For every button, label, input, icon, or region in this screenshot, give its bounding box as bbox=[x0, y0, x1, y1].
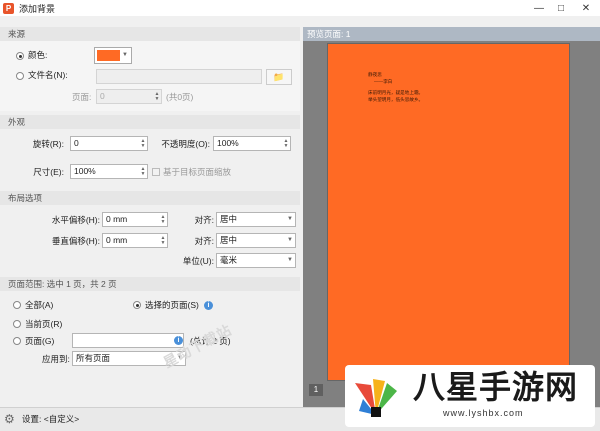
title-bar: P 添加背景 — □ ✕ bbox=[0, 0, 600, 16]
settings-label-text: 设置: bbox=[22, 414, 42, 424]
page-range-radio[interactable] bbox=[13, 337, 21, 345]
chevron-down-icon: ▼ bbox=[287, 237, 293, 243]
window-title: 添加背景 bbox=[19, 3, 56, 14]
opacity-label: 不透明度(O): bbox=[161, 139, 210, 149]
settings-label[interactable]: 设置: <自定义> bbox=[22, 413, 79, 425]
opacity-value: 100% bbox=[217, 138, 239, 148]
rotate-value: 0 bbox=[74, 138, 79, 148]
poem-line-2: 举头望明月，低头思故乡。 bbox=[368, 97, 424, 102]
vertical-offset-value: 0 mm bbox=[106, 235, 128, 245]
rotate-stepper[interactable]: 0 ▲ ▼ bbox=[70, 136, 148, 151]
page-range-input[interactable] bbox=[72, 333, 184, 348]
rotate-label: 旋转(R): bbox=[32, 139, 64, 149]
preview-page: 静夜思 ——李白 床前明月光，疑是地上霜。 举头望明月，低头思故乡。 bbox=[327, 43, 570, 381]
app-logo-icon: P bbox=[3, 2, 14, 14]
close-button[interactable]: ✕ bbox=[575, 0, 597, 16]
chevron-down-icon: ▼ bbox=[287, 257, 293, 263]
horizontal-align-label: 对齐: bbox=[194, 215, 214, 225]
selected-pages-radio[interactable] bbox=[133, 301, 141, 309]
site-logo-url: www.lyshbx.com bbox=[443, 408, 524, 418]
info-icon[interactable]: i bbox=[204, 301, 213, 310]
horizontal-align-select[interactable]: 居中 ▼ bbox=[216, 212, 296, 227]
page-stepper-value: 0 bbox=[100, 91, 105, 101]
size-value: 100% bbox=[74, 166, 96, 176]
spinner-arrows-icon[interactable]: ▲ ▼ bbox=[282, 137, 290, 150]
preview-panel: 预览页面: 1 静夜思 ——李白 床前明月光，疑是地上霜。 举头望明月，低头思故… bbox=[303, 27, 600, 407]
poem-line-1: 床前明月光，疑是地上霜。 bbox=[368, 90, 424, 95]
horizontal-align-value: 居中 bbox=[220, 214, 238, 224]
maximize-button[interactable]: □ bbox=[550, 0, 572, 16]
scale-to-page-checkbox[interactable] bbox=[152, 168, 160, 176]
color-label: 颜色: bbox=[28, 50, 48, 60]
size-stepper[interactable]: 100% ▲ ▼ bbox=[70, 164, 148, 179]
vertical-align-value: 居中 bbox=[220, 235, 238, 245]
unit-label: 单位(U): bbox=[182, 256, 214, 266]
opacity-stepper[interactable]: 100% ▲ ▼ bbox=[213, 136, 291, 151]
gear-icon: ⚙ bbox=[4, 412, 15, 426]
apply-to-value: 所有页面 bbox=[76, 353, 111, 363]
folder-icon: 📁 bbox=[273, 71, 285, 82]
source-section-header: 来源 bbox=[0, 27, 300, 41]
unit-value: 毫米 bbox=[220, 255, 238, 265]
preview-page-number[interactable]: 1 bbox=[309, 384, 323, 396]
browse-folder-button[interactable]: 📁 bbox=[266, 69, 292, 85]
file-label: 文件名(N): bbox=[28, 70, 68, 80]
page-total: (共0页) bbox=[166, 92, 194, 102]
spinner-arrows-icon[interactable]: ▲ ▼ bbox=[139, 165, 147, 178]
all-pages-label: 全部(A) bbox=[25, 300, 54, 310]
current-page-label: 当前页(R) bbox=[25, 319, 63, 329]
layout-section-header: 布局选项 bbox=[0, 191, 300, 205]
vertical-align-select[interactable]: 居中 ▼ bbox=[216, 233, 296, 248]
spinner-arrows-icon[interactable]: ▲ ▼ bbox=[153, 90, 161, 103]
settings-value: <自定义> bbox=[43, 414, 80, 424]
horizontal-offset-value: 0 mm bbox=[106, 214, 128, 224]
minimize-button[interactable]: — bbox=[528, 0, 550, 16]
spinner-arrows-icon[interactable]: ▲ ▼ bbox=[139, 137, 147, 150]
chevron-down-icon: ▼ bbox=[287, 216, 293, 222]
color-picker[interactable]: ▼ bbox=[94, 47, 132, 64]
page-stepper[interactable]: 0 ▲ ▼ bbox=[96, 89, 162, 104]
chevron-down-icon: ▼ bbox=[122, 52, 128, 58]
page-range-header: 页面范围: 选中 1 页，共 2 页 bbox=[0, 277, 300, 291]
vertical-offset-label: 垂直偏移(H): bbox=[51, 236, 100, 246]
file-name-field[interactable] bbox=[96, 69, 262, 84]
poem-title: 静夜思 bbox=[368, 72, 382, 77]
horizontal-offset-label: 水平偏移(H): bbox=[51, 215, 100, 225]
unit-select[interactable]: 毫米 ▼ bbox=[216, 253, 296, 268]
apply-to-label: 应用到: bbox=[42, 354, 70, 364]
color-radio[interactable] bbox=[16, 52, 24, 60]
all-pages-radio[interactable] bbox=[13, 301, 21, 309]
page-range-label: 页面(G) bbox=[25, 336, 55, 346]
appearance-section-header: 外观 bbox=[0, 115, 300, 129]
poem-author: ——李白 bbox=[374, 79, 393, 84]
site-logo-text: 八星手游网 bbox=[413, 369, 579, 405]
current-page-radio[interactable] bbox=[13, 320, 21, 328]
preview-header: 预览页面: 1 bbox=[303, 27, 600, 41]
page-label: 页面: bbox=[72, 92, 92, 102]
site-logo-icon bbox=[355, 379, 397, 417]
scale-to-page-label: 基于目标页面缩放 bbox=[163, 167, 232, 177]
vertical-align-label: 对齐: bbox=[194, 236, 214, 246]
file-radio[interactable] bbox=[16, 72, 24, 80]
site-logo-overlay: 八星手游网 www.lyshbx.com bbox=[345, 365, 595, 427]
selected-pages-label: 选择的页面(S) bbox=[145, 300, 199, 310]
size-label: 尺寸(E): bbox=[33, 167, 64, 177]
color-swatch-fill bbox=[97, 50, 120, 61]
